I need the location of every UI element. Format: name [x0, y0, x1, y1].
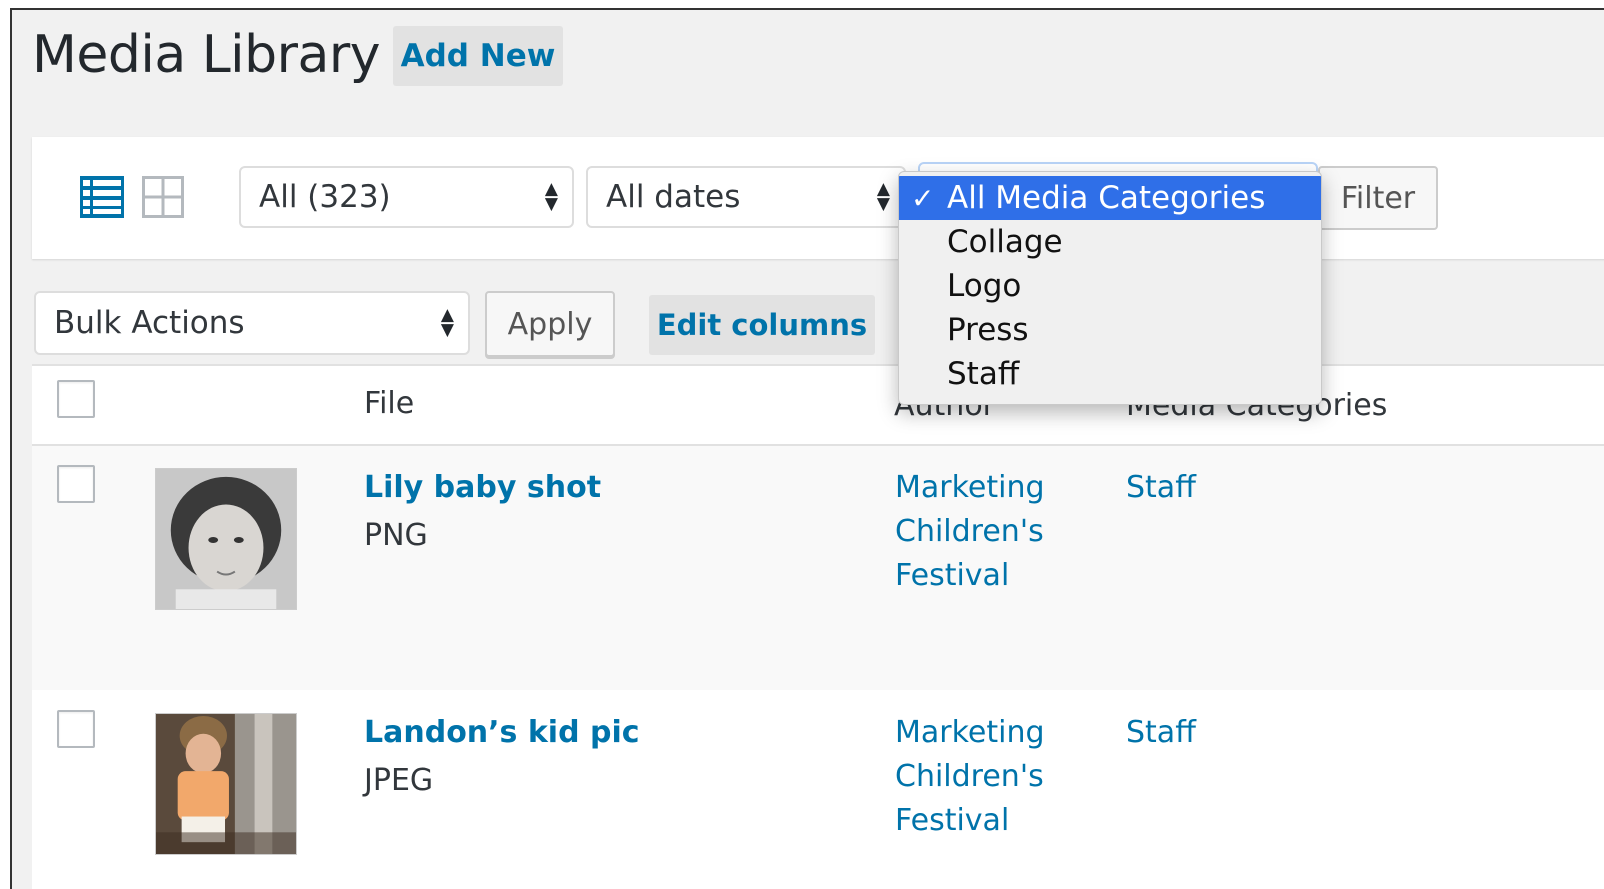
file-type: PNG — [364, 518, 428, 553]
media-library-screen: Media Library Add New All (323) ▲ ▼ All d… — [10, 8, 1604, 889]
checkmark-icon: ✓ — [911, 181, 935, 215]
add-new-button[interactable]: Add New — [393, 26, 563, 86]
author-link-line1[interactable]: Marketing — [895, 466, 1045, 510]
dropdown-option-label: Collage — [947, 224, 1063, 260]
category-link[interactable]: Staff — [1126, 711, 1196, 755]
thumbnail-image[interactable] — [155, 468, 297, 610]
author-link-line2[interactable]: Children's — [895, 510, 1044, 554]
dates-select-value: All dates — [606, 179, 741, 215]
dropdown-option-all-media-categories[interactable]: ✓ All Media Categories — [899, 176, 1321, 220]
filter-button[interactable]: Filter — [1318, 166, 1438, 230]
dropdown-option-collage[interactable]: Collage — [899, 220, 1321, 264]
select-arrows-icon: ▲ ▼ — [440, 305, 454, 340]
dropdown-option-staff[interactable]: Staff — [899, 352, 1321, 396]
dropdown-option-label: Logo — [947, 268, 1022, 304]
dropdown-option-logo[interactable]: Logo — [899, 264, 1321, 308]
dropdown-option-label: Press — [947, 312, 1029, 348]
file-title-link[interactable]: Lily baby shot — [364, 466, 601, 510]
author-link-line3[interactable]: Festival — [895, 799, 1009, 843]
column-header-file[interactable]: File — [364, 386, 414, 421]
row-checkbox[interactable] — [57, 710, 95, 748]
media-type-select-value: All (323) — [259, 179, 391, 215]
media-type-select[interactable]: All (323) ▲ ▼ — [239, 166, 574, 228]
author-link-line1[interactable]: Marketing — [895, 711, 1045, 755]
file-title-link[interactable]: Landon’s kid pic — [364, 711, 640, 755]
grid-view-icon[interactable] — [142, 176, 184, 218]
page-title: Media Library — [32, 25, 381, 85]
select-all-checkbox[interactable] — [57, 380, 95, 418]
file-type: JPEG — [364, 763, 434, 798]
dates-select[interactable]: All dates ▲ ▼ — [586, 166, 906, 228]
bulk-actions-select[interactable]: Bulk Actions ▲ ▼ — [34, 291, 470, 355]
apply-button[interactable]: Apply — [485, 291, 615, 357]
thumbnail-image[interactable] — [155, 713, 297, 855]
author-link-line2[interactable]: Children's — [895, 755, 1044, 799]
bulk-actions-value: Bulk Actions — [54, 305, 245, 341]
select-arrows-icon: ▲ ▼ — [876, 179, 890, 214]
select-arrows-icon: ▲ ▼ — [544, 179, 558, 214]
row-checkbox[interactable] — [57, 465, 95, 503]
dropdown-option-press[interactable]: Press — [899, 308, 1321, 352]
list-view-icon[interactable] — [80, 176, 124, 218]
dropdown-option-label: Staff — [947, 356, 1020, 392]
category-dropdown-menu: ✓ All Media Categories Collage Logo Pres… — [898, 171, 1322, 405]
edit-columns-button[interactable]: Edit columns — [649, 295, 875, 355]
dropdown-option-label: All Media Categories — [947, 180, 1266, 216]
category-link[interactable]: Staff — [1126, 466, 1196, 510]
author-link-line3[interactable]: Festival — [895, 554, 1009, 598]
